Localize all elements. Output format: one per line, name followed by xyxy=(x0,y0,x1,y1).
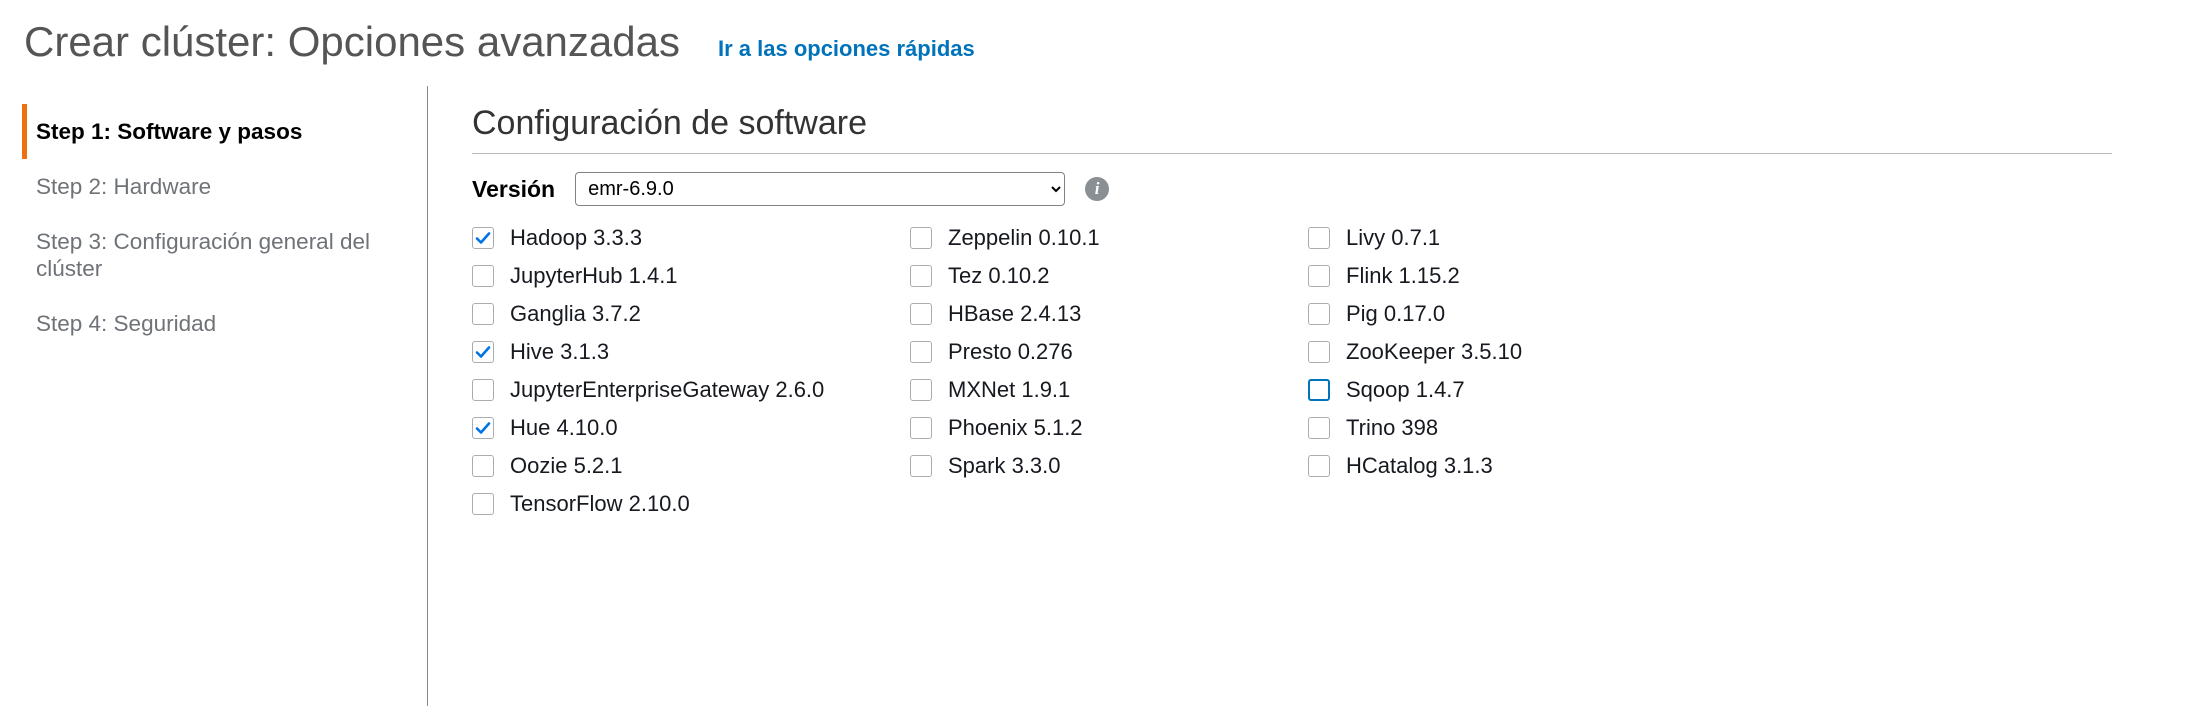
app-checkbox[interactable] xyxy=(1308,303,1330,325)
app-item: HCatalog 3.1.3 xyxy=(1308,452,1706,480)
empty-cell xyxy=(910,490,1308,518)
app-item: Tez 0.10.2 xyxy=(910,262,1308,290)
app-checkbox[interactable] xyxy=(910,417,932,439)
app-checkbox[interactable] xyxy=(1308,417,1330,439)
app-item: Zeppelin 0.10.1 xyxy=(910,224,1308,252)
step-2-hardware[interactable]: Step 2: Hardware xyxy=(22,159,427,214)
app-checkbox[interactable] xyxy=(472,379,494,401)
step-1-software[interactable]: Step 1: Software y pasos xyxy=(22,104,427,159)
app-item: Oozie 5.2.1 xyxy=(472,452,910,480)
app-item: Flink 1.15.2 xyxy=(1308,262,1706,290)
app-label: Hue 4.10.0 xyxy=(510,415,618,441)
app-label: ZooKeeper 3.5.10 xyxy=(1346,339,1522,365)
app-item: Livy 0.7.1 xyxy=(1308,224,1706,252)
app-item: Pig 0.17.0 xyxy=(1308,300,1706,328)
app-checkbox[interactable] xyxy=(472,303,494,325)
app-checkbox[interactable] xyxy=(910,455,932,477)
app-checkbox[interactable] xyxy=(1308,341,1330,363)
version-label: Versión xyxy=(472,176,555,203)
app-checkbox[interactable] xyxy=(910,341,932,363)
empty-cell xyxy=(1308,490,1706,518)
app-checkbox[interactable] xyxy=(910,265,932,287)
app-label: MXNet 1.9.1 xyxy=(948,377,1070,403)
app-item: Presto 0.276 xyxy=(910,338,1308,366)
app-label: Hive 3.1.3 xyxy=(510,339,609,365)
app-label: Livy 0.7.1 xyxy=(1346,225,1440,251)
version-row: Versión emr-6.9.0 i xyxy=(472,172,2192,206)
app-label: HBase 2.4.13 xyxy=(948,301,1081,327)
app-item: TensorFlow 2.10.0 xyxy=(472,490,910,518)
app-checkbox[interactable] xyxy=(1308,265,1330,287)
app-label: Ganglia 3.7.2 xyxy=(510,301,641,327)
app-item: Ganglia 3.7.2 xyxy=(472,300,910,328)
app-item: Hive 3.1.3 xyxy=(472,338,910,366)
app-item: JupyterHub 1.4.1 xyxy=(472,262,910,290)
app-checkbox[interactable] xyxy=(472,493,494,515)
app-item: HBase 2.4.13 xyxy=(910,300,1308,328)
page-header: Crear clúster: Opciones avanzadas Ir a l… xyxy=(0,0,2192,86)
applications-grid: Hadoop 3.3.3 Zeppelin 0.10.1 Livy 0.7.1 Jup… xyxy=(472,224,2192,518)
step-3-general-config[interactable]: Step 3: Configuración general del clúste… xyxy=(22,214,427,296)
app-label: HCatalog 3.1.3 xyxy=(1346,453,1493,479)
info-icon[interactable]: i xyxy=(1085,177,1109,201)
app-label: JupyterHub 1.4.1 xyxy=(510,263,678,289)
page-title: Crear clúster: Opciones avanzadas xyxy=(24,18,680,66)
app-checkbox[interactable] xyxy=(1308,379,1330,401)
app-checkbox[interactable] xyxy=(472,265,494,287)
app-label: Phoenix 5.1.2 xyxy=(948,415,1083,441)
app-label: Tez 0.10.2 xyxy=(948,263,1050,289)
app-label: Pig 0.17.0 xyxy=(1346,301,1445,327)
app-item: MXNet 1.9.1 xyxy=(910,376,1308,404)
app-label: Zeppelin 0.10.1 xyxy=(948,225,1100,251)
page-body: Step 1: Software y pasos Step 2: Hardwar… xyxy=(0,86,2192,706)
app-item: Trino 398 xyxy=(1308,414,1706,442)
app-checkbox[interactable] xyxy=(472,417,494,439)
step-4-security[interactable]: Step 4: Seguridad xyxy=(22,296,427,351)
app-label: Spark 3.3.0 xyxy=(948,453,1061,479)
app-label: Presto 0.276 xyxy=(948,339,1073,365)
quick-options-link[interactable]: Ir a las opciones rápidas xyxy=(718,36,975,62)
app-label: Trino 398 xyxy=(1346,415,1438,441)
app-label: JupyterEnterpriseGateway 2.6.0 xyxy=(510,377,824,403)
software-config-title: Configuración de software xyxy=(472,104,2112,154)
main-panel: Configuración de software Versión emr-6.… xyxy=(428,86,2192,706)
app-checkbox[interactable] xyxy=(1308,455,1330,477)
app-item: Phoenix 5.1.2 xyxy=(910,414,1308,442)
app-checkbox[interactable] xyxy=(472,227,494,249)
app-label: Hadoop 3.3.3 xyxy=(510,225,642,251)
app-item: Sqoop 1.4.7 xyxy=(1308,376,1706,404)
app-checkbox[interactable] xyxy=(1308,227,1330,249)
app-checkbox[interactable] xyxy=(472,341,494,363)
app-item: Hue 4.10.0 xyxy=(472,414,910,442)
app-item: JupyterEnterpriseGateway 2.6.0 xyxy=(472,376,910,404)
app-checkbox[interactable] xyxy=(910,379,932,401)
app-label: TensorFlow 2.10.0 xyxy=(510,491,690,517)
app-item: Spark 3.3.0 xyxy=(910,452,1308,480)
version-select[interactable]: emr-6.9.0 xyxy=(575,172,1065,206)
steps-sidebar: Step 1: Software y pasos Step 2: Hardwar… xyxy=(22,86,428,706)
app-item: ZooKeeper 3.5.10 xyxy=(1308,338,1706,366)
app-item: Hadoop 3.3.3 xyxy=(472,224,910,252)
app-label: Flink 1.15.2 xyxy=(1346,263,1460,289)
app-label: Oozie 5.2.1 xyxy=(510,453,623,479)
app-checkbox[interactable] xyxy=(472,455,494,477)
app-label: Sqoop 1.4.7 xyxy=(1346,377,1465,403)
app-checkbox[interactable] xyxy=(910,227,932,249)
app-checkbox[interactable] xyxy=(910,303,932,325)
